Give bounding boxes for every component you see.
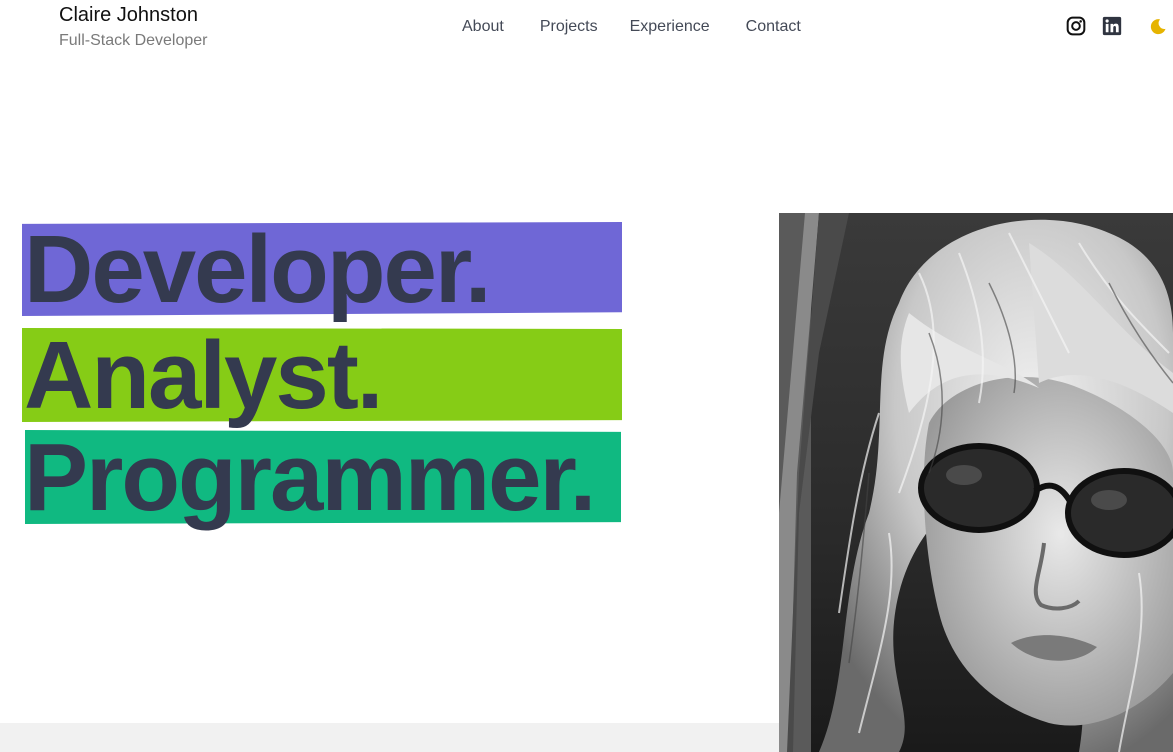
site-subtitle: Full-Stack Developer bbox=[59, 32, 208, 49]
moon-icon[interactable] bbox=[1148, 16, 1168, 36]
site-header: Claire Johnston Full-Stack Developer Abo… bbox=[0, 0, 1173, 60]
page: Claire Johnston Full-Stack Developer Abo… bbox=[0, 0, 1173, 752]
section-divider-band bbox=[0, 723, 779, 752]
hero-word-text: Analyst. bbox=[24, 322, 383, 429]
linkedin-icon[interactable] bbox=[1102, 16, 1122, 36]
main-nav: About Projects Experience Contact bbox=[462, 17, 801, 37]
nav-link-contact[interactable]: Contact bbox=[746, 17, 801, 37]
nav-link-experience[interactable]: Experience bbox=[630, 17, 710, 37]
nav-link-projects[interactable]: Projects bbox=[540, 17, 598, 37]
profile-photo bbox=[779, 213, 1173, 752]
hero-word-text: Programmer. bbox=[24, 424, 596, 531]
hero-titles: Developer. Analyst. Programmer. bbox=[20, 218, 640, 538]
instagram-icon[interactable] bbox=[1066, 16, 1086, 36]
social-links bbox=[1066, 16, 1168, 36]
site-name: Claire Johnston bbox=[59, 4, 198, 26]
brand[interactable]: Claire Johnston Full-Stack Developer bbox=[59, 4, 208, 50]
hero-word-text: Developer. bbox=[24, 216, 492, 323]
nav-link-about[interactable]: About bbox=[462, 17, 504, 37]
